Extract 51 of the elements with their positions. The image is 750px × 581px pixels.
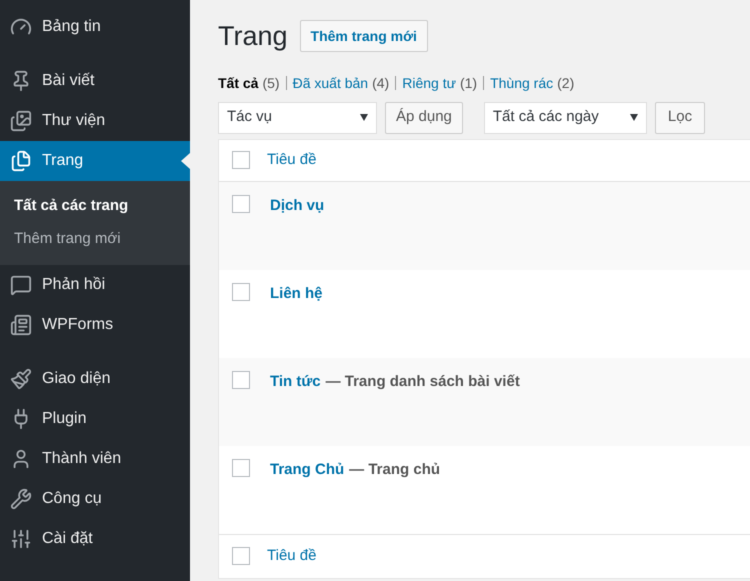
date-filter-select[interactable]: Tất cả các ngày: [484, 102, 647, 134]
checkbox[interactable]: [232, 547, 250, 565]
sliders-icon: [10, 528, 32, 550]
add-new-button[interactable]: Thêm trang mới: [300, 20, 428, 52]
checkbox[interactable]: [232, 282, 250, 300]
page-title: Trang: [218, 20, 288, 53]
filter-count: (2): [557, 74, 574, 93]
filter-count: (5): [262, 74, 280, 93]
page-link[interactable]: Liên hệ: [270, 282, 323, 305]
filter-count: (4): [372, 74, 390, 93]
column-footer[interactable]: Tiêu đề: [267, 544, 316, 568]
checkbox[interactable]: [232, 458, 250, 476]
checkbox[interactable]: [232, 194, 250, 212]
column-header[interactable]: Tiêu đề: [267, 148, 316, 172]
filter-count: (1): [460, 74, 478, 93]
filter-link[interactable]: Đã xuất bản: [292, 72, 368, 94]
brush-icon: [10, 368, 32, 390]
apply-button[interactable]: Áp dụng: [385, 102, 463, 134]
bulk-action-select[interactable]: Tác vụ: [218, 102, 377, 134]
pages-icon: [10, 150, 32, 172]
filter-link[interactable]: Thùng rác: [490, 72, 554, 94]
wrench-icon: [10, 488, 32, 510]
submenu-item[interactable]: Tất cả các trang: [0, 190, 190, 223]
sidebar-item[interactable]: WPForms: [0, 305, 190, 345]
page-state: — Trang chủ: [349, 460, 440, 480]
page-link[interactable]: Trang Chủ: [270, 458, 344, 481]
sidebar-item[interactable]: Giao diện: [0, 359, 190, 399]
filter-link[interactable]: Tất cả: [218, 72, 258, 94]
filter-button[interactable]: Lọc: [654, 102, 706, 134]
filter-link[interactable]: Riêng tư: [402, 72, 456, 94]
submenu-item[interactable]: Thêm trang mới: [0, 223, 190, 256]
media-icon: [10, 110, 32, 132]
page-state: — Trang danh sách bài viết: [326, 372, 520, 392]
caret-icon: [360, 114, 368, 121]
page-link[interactable]: Tin tức: [270, 370, 321, 393]
form-icon: [10, 314, 32, 336]
current-pointer-icon: [181, 153, 190, 169]
sidebar-item[interactable]: Phản hồi: [0, 265, 190, 305]
checkbox[interactable]: [232, 370, 250, 388]
checkbox[interactable]: [232, 151, 250, 169]
sidebar-item[interactable]: Thành viên: [0, 439, 190, 479]
sidebar-item[interactable]: Cài đặt: [0, 519, 190, 559]
comment-icon: [10, 274, 32, 296]
sidebar-item[interactable]: Trang: [0, 141, 190, 181]
sidebar-item[interactable]: Bảng tin: [0, 7, 190, 47]
caret-icon: [630, 114, 638, 121]
sidebar-item[interactable]: Plugin: [0, 399, 190, 439]
sidebar-item[interactable]: Bài viết: [0, 61, 190, 101]
sidebar-item[interactable]: Thư viện: [0, 101, 190, 141]
page-link[interactable]: Dịch vụ: [270, 194, 324, 217]
sidebar-item[interactable]: Công cụ: [0, 479, 190, 519]
